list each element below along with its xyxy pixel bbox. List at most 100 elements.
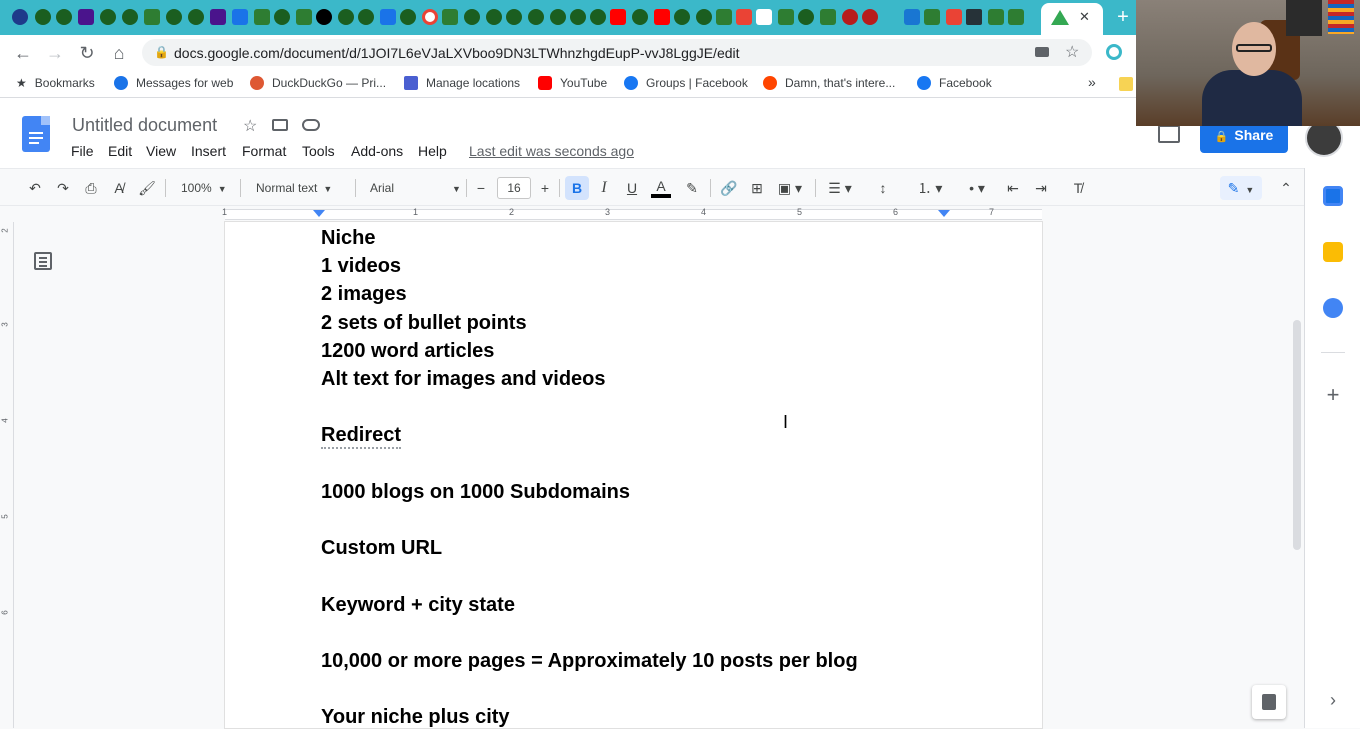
document-title[interactable]: Untitled document: [72, 115, 217, 136]
bookmark-messages[interactable]: Messages for web: [114, 76, 233, 90]
bulleted-list-icon[interactable]: • ▾: [957, 178, 997, 198]
back-icon[interactable]: ←: [12, 42, 34, 64]
bold-button[interactable]: B: [565, 176, 589, 200]
doc-line-spellcheck[interactable]: Redirect: [321, 424, 402, 449]
tab-favicon[interactable]: [35, 9, 51, 25]
active-tab[interactable]: ✕: [1041, 3, 1103, 35]
tab-favicon[interactable]: [210, 9, 226, 25]
keep-icon[interactable]: [1323, 242, 1343, 262]
print-icon[interactable]: ⎙: [81, 178, 101, 198]
add-on-plus-icon[interactable]: +: [1323, 384, 1343, 406]
document-page[interactable]: Niche 1 videos 2 images 2 sets of bullet…: [225, 222, 1042, 728]
style-select[interactable]: Normal text ▼: [256, 178, 332, 198]
tab-favicon[interactable]: [798, 9, 814, 25]
doc-line[interactable]: Alt text for images and videos: [321, 368, 606, 391]
insert-image-icon[interactable]: ▣ ▾: [775, 178, 805, 198]
link-icon[interactable]: 🔗: [719, 178, 739, 198]
tab-favicon[interactable]: [1008, 9, 1024, 25]
tab-favicon[interactable]: [528, 9, 544, 25]
tab-favicon[interactable]: [166, 9, 182, 25]
vertical-scrollbar[interactable]: [1290, 222, 1304, 728]
extension-icon[interactable]: [1106, 44, 1122, 60]
tab-favicon[interactable]: [696, 9, 712, 25]
font-size-input[interactable]: 16: [497, 177, 531, 199]
collapse-menus-icon[interactable]: ⌃: [1276, 178, 1296, 198]
tab-favicon[interactable]: [464, 9, 480, 25]
last-edit-link[interactable]: Last edit was seconds ago: [469, 143, 634, 159]
bookmark-reddit[interactable]: Damn, that's intere...: [763, 76, 895, 90]
cloud-status-icon[interactable]: [302, 119, 320, 131]
tab-favicon[interactable]: [570, 9, 586, 25]
decrease-indent-icon[interactable]: ⇤: [1003, 178, 1023, 198]
tab-favicon[interactable]: [296, 9, 312, 25]
tab-favicon[interactable]: [842, 9, 858, 25]
redo-icon[interactable]: ↷: [53, 178, 73, 198]
add-comment-icon[interactable]: ⊞: [747, 178, 767, 198]
tab-favicon[interactable]: [862, 9, 878, 25]
youtube-tab-favicon[interactable]: [610, 9, 626, 25]
doc-line[interactable]: 2 images: [321, 283, 407, 306]
text-color-button[interactable]: A: [651, 178, 671, 198]
reload-icon[interactable]: ↻: [76, 42, 98, 64]
paint-format-icon[interactable]: 🖌: [137, 178, 157, 198]
menu-addons[interactable]: Add-ons: [351, 143, 403, 159]
decrease-font-size-button[interactable]: −: [473, 178, 489, 198]
tab-favicon[interactable]: [100, 9, 116, 25]
tab-favicon[interactable]: [122, 9, 138, 25]
expand-side-panel-icon[interactable]: ›: [1323, 690, 1343, 711]
address-bar[interactable]: 🔒 docs.google.com/document/d/1JOI7L6eVJa…: [142, 39, 1092, 66]
bookmarks-overflow-icon[interactable]: »: [1088, 74, 1096, 90]
tab-favicon[interactable]: [232, 9, 248, 25]
tab-favicon[interactable]: [274, 9, 290, 25]
doc-line[interactable]: Custom URL: [321, 537, 442, 560]
bookmark-manage-locations[interactable]: Manage locations: [404, 76, 520, 90]
clear-formatting-icon[interactable]: T̸: [1068, 178, 1088, 198]
tab-favicon[interactable]: [506, 9, 522, 25]
tab-favicon[interactable]: [778, 9, 794, 25]
align-icon[interactable]: ☰ ▾: [825, 178, 855, 198]
tab-favicon[interactable]: [400, 9, 416, 25]
tab-favicon[interactable]: [966, 9, 982, 25]
menu-edit[interactable]: Edit: [108, 143, 132, 159]
doc-line[interactable]: 2 sets of bullet points: [321, 312, 527, 335]
menu-view[interactable]: View: [146, 143, 176, 159]
tab-favicon[interactable]: [590, 9, 606, 25]
tab-favicon[interactable]: [674, 9, 690, 25]
bookmark-youtube[interactable]: YouTube: [538, 76, 607, 90]
move-folder-icon[interactable]: [272, 119, 288, 131]
tab-favicon[interactable]: [632, 9, 648, 25]
doc-line[interactable]: Your niche plus city: [321, 706, 510, 729]
doc-line[interactable]: 1200 word articles: [321, 340, 494, 363]
folder-icon[interactable]: [1119, 77, 1133, 91]
italic-button[interactable]: I: [595, 178, 613, 198]
tab-favicon[interactable]: [946, 9, 962, 25]
tab-favicon[interactable]: [380, 9, 396, 25]
tasks-icon[interactable]: [1323, 298, 1343, 318]
horizontal-ruler[interactable]: 1 1 2 3 4 5 6 7: [0, 206, 1304, 222]
tab-favicon[interactable]: [358, 9, 374, 25]
doc-line[interactable]: 1000 blogs on 1000 Subdomains: [321, 481, 630, 504]
tab-favicon[interactable]: [486, 9, 502, 25]
bookmark-bookmarks[interactable]: ★ Bookmarks: [16, 76, 95, 90]
doc-line[interactable]: Keyword + city state: [321, 594, 515, 617]
tab-favicon[interactable]: [144, 9, 160, 25]
menu-format[interactable]: Format: [242, 143, 286, 159]
menu-help[interactable]: Help: [418, 143, 447, 159]
forward-icon[interactable]: →: [44, 42, 66, 64]
tab-favicon[interactable]: [422, 9, 438, 25]
url-text[interactable]: docs.google.com/document/d/1JOI7L6eVJaLX…: [174, 45, 740, 61]
increase-indent-icon[interactable]: ⇥: [1031, 178, 1051, 198]
menu-file[interactable]: File: [71, 143, 94, 159]
doc-line[interactable]: 10,000 or more pages = Approximately 10 …: [321, 650, 858, 673]
youtube-tab-favicon[interactable]: [654, 9, 670, 25]
underline-button[interactable]: U: [623, 178, 641, 198]
bookmark-duckduckgo[interactable]: DuckDuckGo — Pri...: [250, 76, 386, 90]
tab-favicon[interactable]: [988, 9, 1004, 25]
tab-favicon[interactable]: [550, 9, 566, 25]
comment-history-icon[interactable]: [1158, 125, 1180, 143]
doc-line[interactable]: Niche: [321, 227, 375, 250]
explore-icon[interactable]: [1252, 685, 1286, 719]
tab-favicon[interactable]: [716, 9, 732, 25]
spellcheck-icon[interactable]: A̸: [109, 178, 129, 198]
tab-favicon[interactable]: [924, 9, 940, 25]
